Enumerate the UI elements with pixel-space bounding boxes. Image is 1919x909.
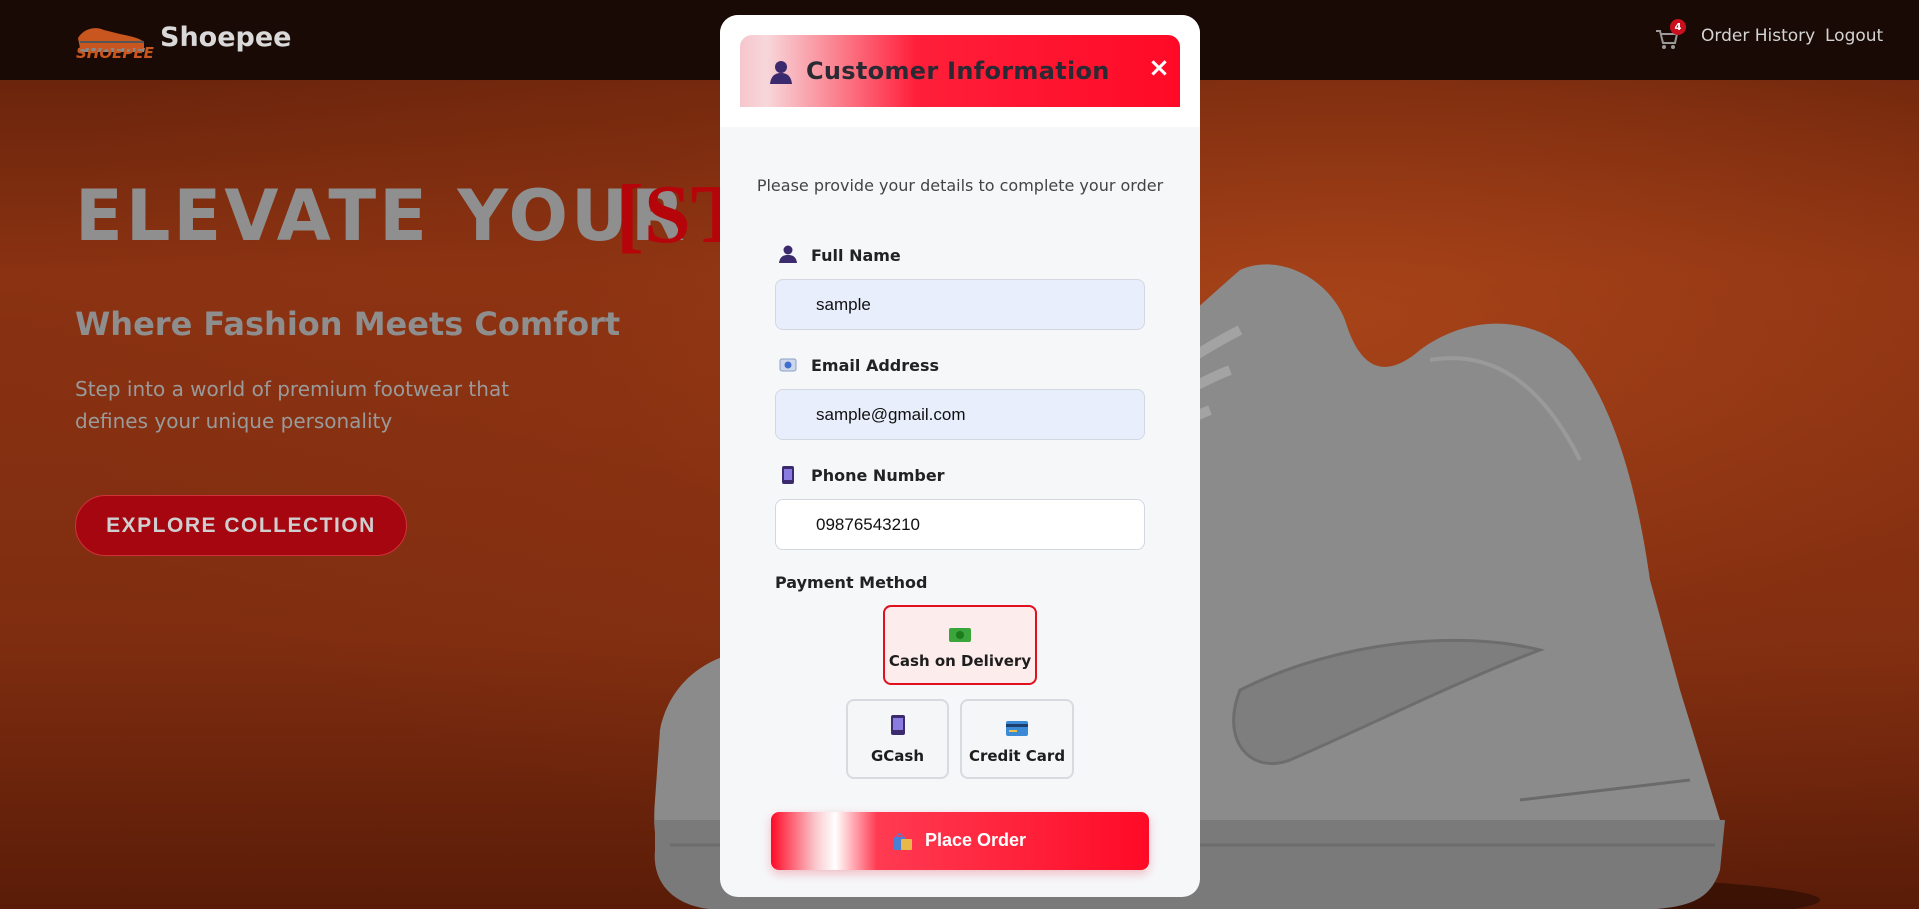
place-order-button[interactable]: Place Order (771, 812, 1149, 870)
brand-name[interactable]: Shoepee (160, 22, 291, 53)
place-order-label: Place Order (925, 830, 1027, 850)
hero-title: ELEVATE YOUR (75, 175, 688, 257)
hero-description: Step into a world of premium footwear th… (75, 377, 510, 433)
explore-collection-button[interactable]: EXPLORE COLLECTION (75, 495, 407, 556)
credit-card-icon (1006, 721, 1028, 736)
payment-option-gcash[interactable]: GCash (846, 699, 949, 779)
mobile-phone-icon (782, 466, 794, 484)
customer-info-modal: Customer Information × Please provide yo… (720, 15, 1200, 897)
mobile-phone-icon (890, 715, 905, 735)
logo-text: SHOEPEE (76, 44, 154, 62)
user-icon (770, 61, 792, 84)
logout-link[interactable]: Logout (1825, 26, 1883, 46)
full-name-label: Full Name (811, 246, 901, 265)
user-icon (779, 245, 797, 263)
email-icon (779, 358, 797, 372)
email-input[interactable]: sample@gmail.com (775, 389, 1145, 440)
payment-option-label: Credit Card (968, 747, 1066, 765)
payment-option-credit-card[interactable]: Credit Card (960, 699, 1074, 779)
cash-icon (949, 628, 971, 642)
payment-method-label: Payment Method (775, 573, 928, 592)
shopping-bags-icon (894, 833, 912, 850)
modal-title: Customer Information (806, 57, 1110, 85)
payment-option-label: GCash (870, 747, 925, 765)
modal-description: Please provide your details to complete … (756, 176, 1164, 195)
payment-option-label: Cash on Delivery (888, 652, 1032, 670)
close-icon[interactable]: × (1146, 55, 1172, 81)
modal-header: Customer Information × (740, 35, 1180, 107)
phone-input[interactable]: 09876543210 (775, 499, 1145, 550)
full-name-input[interactable]: sample (775, 279, 1145, 330)
cart-count-badge: 4 (1670, 19, 1686, 35)
hero-subtitle: Where Fashion Meets Comfort (75, 305, 621, 343)
phone-label: Phone Number (811, 466, 945, 485)
order-history-link[interactable]: Order History (1701, 26, 1815, 46)
email-label: Email Address (811, 356, 940, 375)
payment-option-cash-on-delivery[interactable]: Cash on Delivery (883, 605, 1037, 685)
